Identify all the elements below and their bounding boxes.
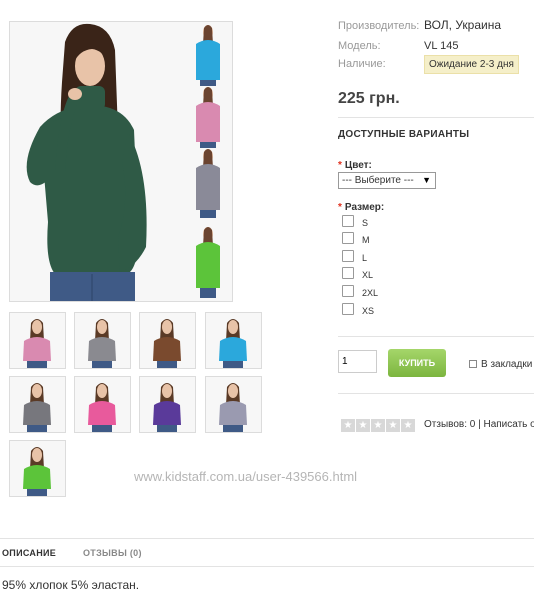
manufacturer-value[interactable]: ВОЛ, Украина [424,18,501,32]
star-icon: ★ [341,419,355,432]
checkbox[interactable] [342,303,354,315]
star-icon: ★ [386,419,400,432]
size-label: 2XL [362,288,379,299]
main-product-image[interactable] [9,21,233,302]
checkbox[interactable] [342,232,354,244]
product-thumbnail[interactable] [74,312,131,369]
color-label-text: Цвет: [344,160,372,171]
checkbox[interactable] [342,250,354,262]
reviews-summary[interactable]: Отзывов: 0 | Написать отзыв [424,419,534,430]
size-label: XL [362,270,374,281]
tab-description[interactable]: ОПИСАНИЕ [2,548,56,558]
watermark-url: www.kidstaff.com.ua/user-439566.html [134,469,358,484]
product-thumbnail[interactable] [205,312,262,369]
wishlist-label: В закладки [481,359,533,370]
product-price: 225 грн. [338,90,400,107]
buy-button[interactable]: КУПИТЬ [388,349,446,377]
product-thumbnail[interactable] [9,312,66,369]
checkbox[interactable] [342,215,354,227]
quantity-input[interactable] [338,350,377,373]
bookmark-icon [469,360,477,369]
divider [0,566,534,567]
model-thumbnail-figure [10,377,65,432]
product-thumbnail[interactable] [139,312,196,369]
divider [338,336,534,337]
size-option-s[interactable]: S [342,215,369,229]
size-option-m[interactable]: M [342,232,370,246]
size-label: S [362,218,369,229]
tab-reviews[interactable]: ОТЗЫВЫ (0) [83,548,142,558]
model-label: Модель: [338,40,381,52]
size-label: M [362,235,370,246]
required-marker: * [338,202,342,213]
product-thumbnail[interactable] [205,376,262,433]
rating-stars: ★ ★ ★ ★ ★ [341,415,416,433]
size-label: XS [362,306,375,317]
model-value: VL 145 [424,40,459,52]
size-label-text: Размер: [344,202,385,213]
size-option-2xl[interactable]: 2XL [342,285,379,299]
star-icon: ★ [356,419,370,432]
divider [0,538,534,539]
color-option-label: * Цвет: [338,160,372,171]
model-thumbnail-figure [206,313,261,368]
divider [338,393,534,394]
checkbox[interactable] [342,267,354,279]
size-option-label: * Размер: [338,202,384,213]
size-label: L [362,253,368,264]
dropdown-arrow-icon: ▼ [422,175,431,185]
required-marker: * [338,160,342,171]
checkbox[interactable] [342,285,354,297]
color-select[interactable]: --- Выберите --- ▼ [338,172,436,189]
manufacturer-label: Производитель: [338,20,420,32]
star-icon: ★ [371,419,385,432]
model-thumbnail-figure [140,313,195,368]
options-heading: ДОСТУПНЫЕ ВАРИАНТЫ [338,129,470,140]
product-thumbnail[interactable] [74,376,131,433]
star-icon: ★ [401,419,415,432]
size-option-xl[interactable]: XL [342,267,374,281]
model-thumbnail-figure [10,313,65,368]
side-color-figures [196,25,220,298]
model-thumbnail-figure [75,377,130,432]
divider [338,117,534,118]
product-thumbnail[interactable] [9,440,66,497]
model-thumbnail-figure [140,377,195,432]
size-option-l[interactable]: L [342,250,368,264]
model-thumbnail-figure [206,377,261,432]
product-thumbnail[interactable] [9,376,66,433]
size-option-xs[interactable]: XS [342,303,375,317]
product-thumbnail[interactable] [139,376,196,433]
product-description: 95% хлопок 5% эластан. [2,578,140,592]
availability-label: Наличие: [338,58,386,70]
color-select-value: --- Выберите --- [342,175,414,186]
model-thumbnail-figure [10,441,65,496]
availability-badge: Ожидание 2-3 дня [424,55,519,74]
model-thumbnail-figure [75,313,130,368]
wishlist-link[interactable]: В закладки [469,359,532,370]
